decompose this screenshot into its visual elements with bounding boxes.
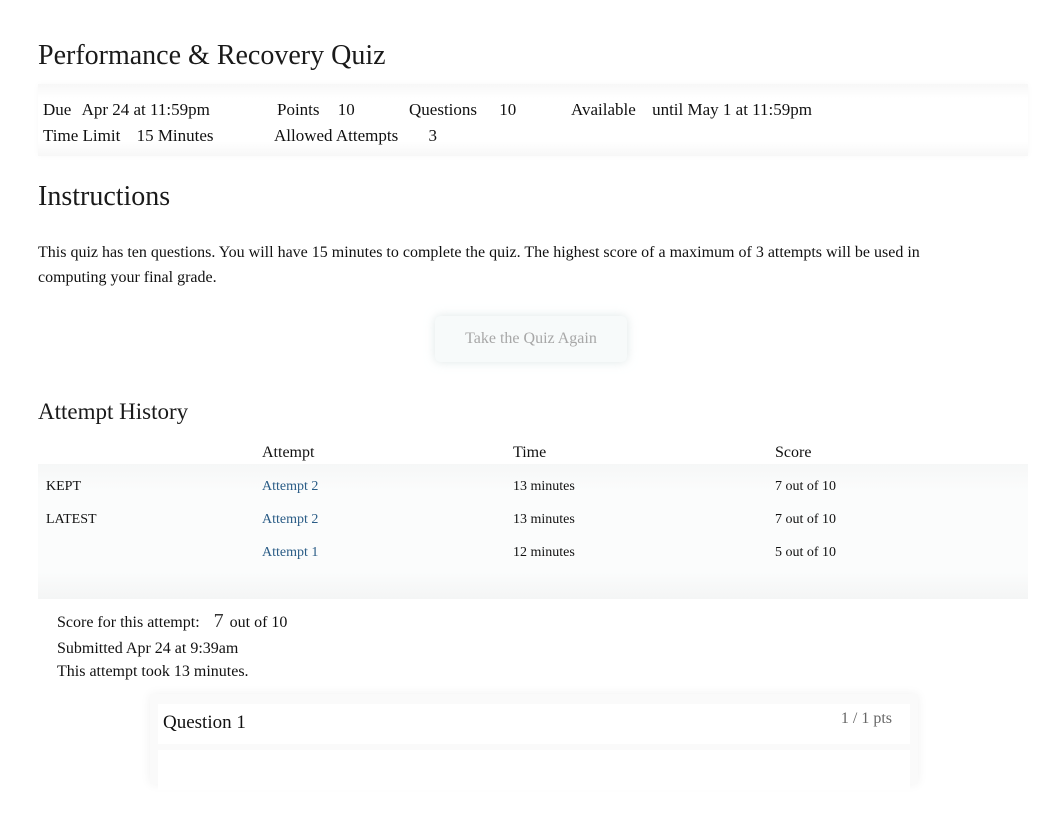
instructions-heading: Instructions (38, 181, 171, 212)
available-value: until May 1 at 11:59pm (652, 100, 812, 119)
questions-value: 10 (499, 100, 517, 119)
time-limit-value: 15 Minutes (136, 126, 214, 145)
allowed-attempts-value: 3 (428, 126, 437, 145)
points-detail: Points 10 (277, 100, 355, 120)
attempt-status: KEPT (46, 479, 81, 494)
question-points: 1 / 1 pts (840, 710, 892, 727)
attempt-link[interactable]: Attempt 2 (262, 479, 318, 495)
due-value: Apr 24 at 11:59pm (81, 100, 210, 119)
submitted-time: Submitted Apr 24 at 9:39am (57, 640, 239, 657)
attempt-time: 12 minutes (513, 545, 575, 560)
column-header-time: Time (513, 444, 547, 461)
time-limit-detail: Time Limit 15 Minutes (43, 126, 214, 146)
attempt-duration: This attempt took 13 minutes. (57, 663, 249, 680)
questions-label: Questions (409, 100, 477, 119)
attempt-score: 7 out of 10 (775, 479, 837, 494)
available-label: Available (571, 100, 636, 119)
attempt-time: 13 minutes (513, 512, 575, 527)
attempt-status: LATEST (46, 512, 97, 527)
column-header-score: Score (775, 444, 812, 461)
quiz-details: Due Apr 24 at 11:59pm Points 10 Question… (38, 84, 1028, 156)
questions-detail: Questions 10 (409, 100, 516, 120)
due-detail: Due Apr 24 at 11:59pm (43, 100, 210, 120)
allowed-attempts-detail: Allowed Attempts 3 (274, 126, 437, 146)
instructions-text: This quiz has ten questions. You will ha… (38, 244, 920, 286)
due-label: Due (43, 100, 72, 119)
attempt-time: 13 minutes (513, 479, 575, 494)
question-name: Question 1 (163, 712, 246, 733)
question-header (158, 704, 910, 744)
time-limit-label: Time Limit (43, 126, 121, 145)
score-suffix: out of 10 (229, 614, 288, 631)
column-header-attempt: Attempt (262, 444, 315, 461)
attempt-link[interactable]: Attempt 2 (262, 512, 318, 528)
question-body (158, 750, 910, 790)
points-value: 10 (337, 100, 355, 119)
attempt-score: 7 out of 10 (775, 512, 837, 527)
attempt-score: 5 out of 10 (775, 545, 837, 560)
attempt-history-heading: Attempt History (38, 399, 189, 424)
quiz-title: Performance & Recovery Quiz (38, 40, 386, 71)
score-for-attempt: Score for this attempt: 7 out of 10 (57, 610, 287, 633)
points-label: Points (277, 100, 320, 119)
score-value: 7 (213, 610, 224, 632)
score-label: Score for this attempt: (57, 614, 200, 631)
take-quiz-again-button[interactable]: Take the Quiz Again (435, 316, 627, 362)
attempt-link[interactable]: Attempt 1 (262, 545, 318, 561)
question-card: Question 1 1 / 1 pts (150, 694, 918, 790)
allowed-attempts-label: Allowed Attempts (274, 126, 399, 145)
available-detail: Available until May 1 at 11:59pm (571, 100, 812, 120)
